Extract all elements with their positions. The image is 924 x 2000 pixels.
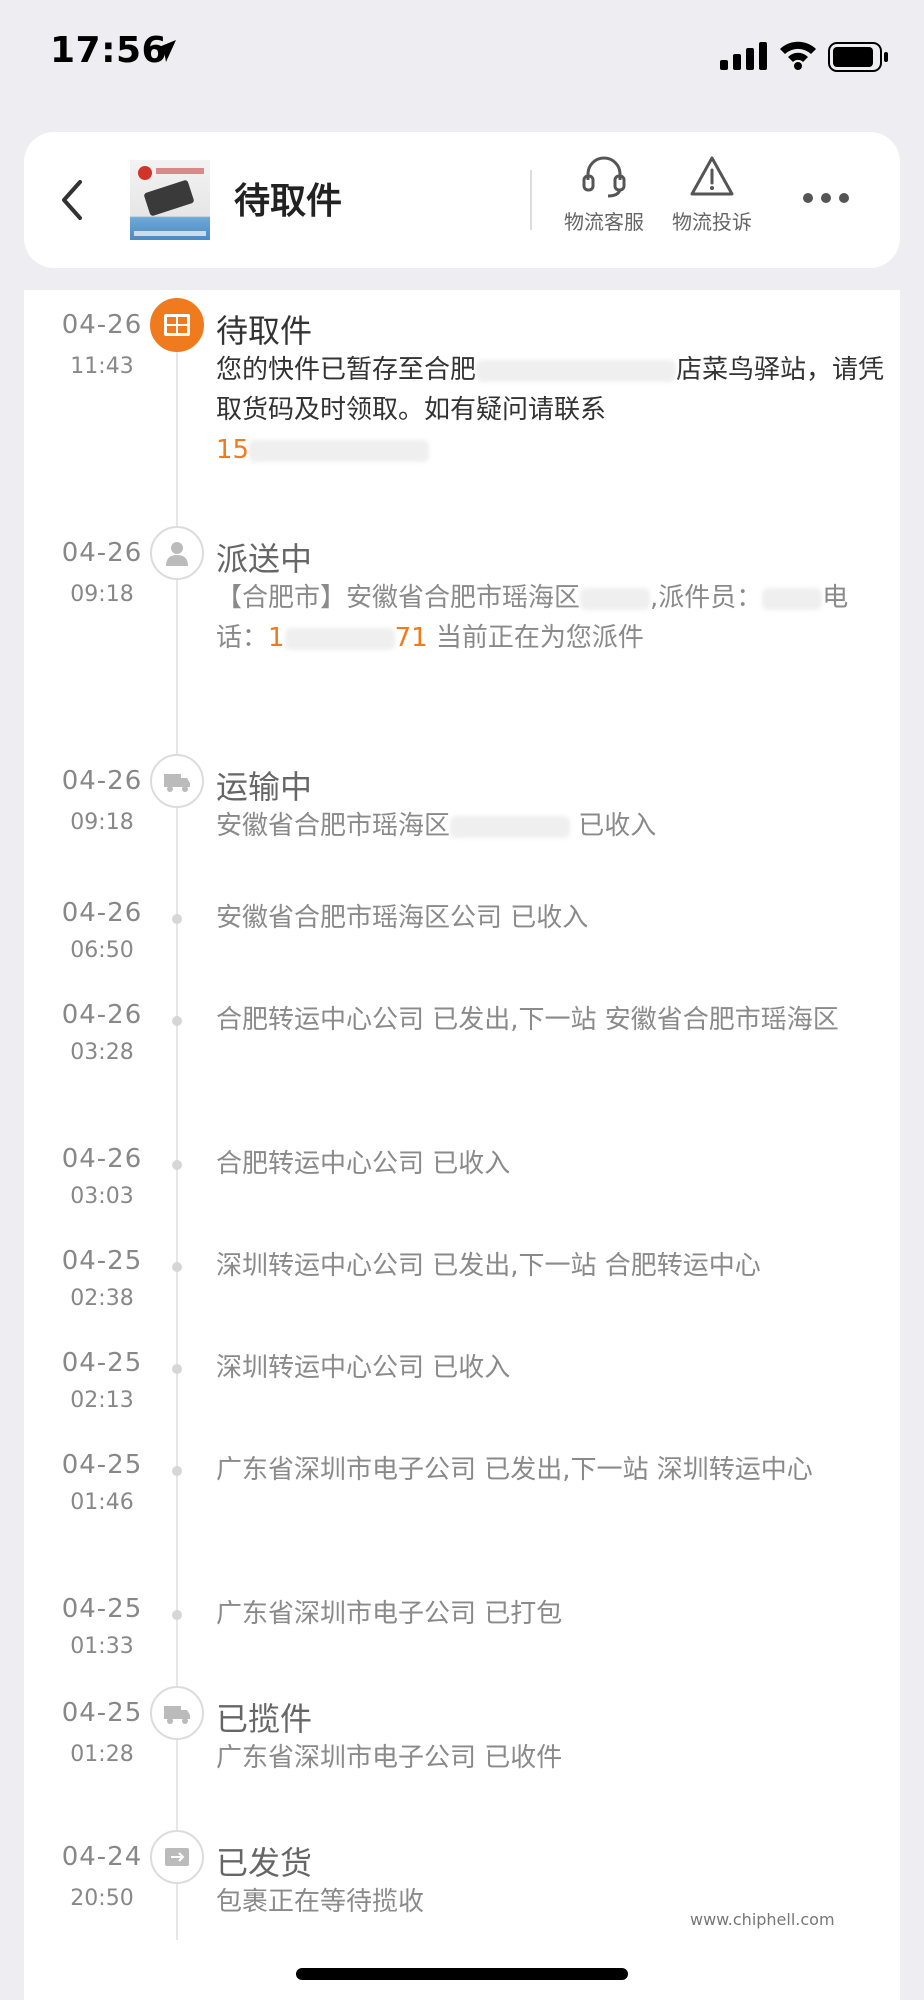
event-description: 您的快件已暂存至合肥 店菜鸟驿站，请凭取货码及时领取。如有疑问请联系 15: [216, 350, 886, 470]
event-time: 20:50: [70, 1886, 134, 1911]
shipped-box-icon: [165, 1848, 189, 1866]
event-date: 04-25: [61, 1594, 143, 1624]
event-description: 广东省深圳市电子公司 已发出,下一站 深圳转运中心: [216, 1455, 813, 1485]
event-date: 04-26: [61, 1144, 143, 1174]
redacted-name: [762, 587, 823, 610]
timeline-dot: [172, 1466, 182, 1476]
event-description: 广东省深圳市电子公司 已收件: [216, 1743, 563, 1773]
event-time: 09:18: [70, 582, 134, 607]
event-time: 02:38: [70, 1286, 134, 1311]
pickup-status-node: [150, 298, 204, 352]
event-desc-text-2: 已收入: [578, 811, 657, 841]
event-desc-text: 您的快件已暂存至合肥: [216, 355, 477, 385]
event-desc-text-4: 当前正在为您派件: [435, 623, 644, 653]
back-icon[interactable]: [54, 176, 90, 224]
event-date: 04-24: [61, 1842, 143, 1872]
event-time: 01:33: [70, 1634, 134, 1659]
event-description: 合肥转运中心公司 已收入: [216, 1149, 511, 1179]
product-thumbnail[interactable]: [130, 160, 210, 240]
courier-person-icon: [166, 542, 188, 566]
battery-icon: [828, 42, 888, 72]
event-date: 04-26: [61, 1000, 143, 1030]
event-date: 04-25: [61, 1348, 143, 1378]
event-description: 深圳转运中心公司 已收入: [216, 1353, 511, 1383]
logistics-complaint-label: 物流投诉: [672, 210, 752, 234]
warning-icon: [690, 156, 734, 196]
event-time: 01:28: [70, 1742, 134, 1767]
headset-icon: [582, 156, 626, 198]
courier-phone-tail[interactable]: 71: [395, 623, 428, 653]
event-description: 安徽省合肥市瑶海区公司 已收入: [216, 903, 589, 933]
pickup-truck-icon: [164, 1706, 190, 1724]
event-desc-text-2: ,派件员：: [650, 583, 763, 613]
page-title: 待取件: [234, 181, 343, 222]
home-indicator[interactable]: [296, 1968, 628, 1980]
event-time: 02:13: [70, 1388, 134, 1413]
event-time: 09:18: [70, 810, 134, 835]
event-title: 已揽件: [216, 1700, 313, 1738]
more-options-icon[interactable]: [802, 190, 850, 206]
redacted-text: [476, 359, 677, 382]
status-time: 17:56: [50, 30, 168, 71]
event-date: 04-26: [61, 538, 143, 568]
timeline-dot: [172, 1160, 182, 1170]
truck-icon: [164, 774, 190, 792]
header-bar: 待取件 物流客服 物流投诉: [24, 132, 900, 268]
timeline-dot: [172, 914, 182, 924]
event-description: 安徽省合肥市瑶海区 已收入: [216, 806, 886, 846]
event-description: 广东省深圳市电子公司 已打包: [216, 1599, 563, 1629]
timeline-dot: [172, 1610, 182, 1620]
event-desc-text: 安徽省合肥市瑶海区: [216, 811, 451, 841]
in-transit-status-node: [150, 754, 204, 808]
event-time: 06:50: [70, 938, 134, 963]
logistics-service-label: 物流客服: [564, 210, 644, 234]
event-description: 合肥转运中心公司 已发出,下一站 安徽省合肥市瑶海区: [216, 1005, 839, 1035]
event-title: 已发货: [216, 1844, 313, 1882]
event-date: 04-25: [61, 1698, 143, 1728]
timeline-dot: [172, 1364, 182, 1374]
event-description: 【合肥市】安徽省合肥市瑶海区 ,派件员： 电话：1 71 当前正在为您派件: [216, 578, 886, 658]
cellular-signal-icon: [720, 42, 767, 70]
event-date: 04-25: [61, 1450, 143, 1480]
wifi-icon: [780, 41, 816, 70]
collected-status-node: [150, 1686, 204, 1740]
header-divider: [530, 170, 532, 230]
redacted-text: [450, 815, 571, 838]
shipped-status-node: [150, 1830, 204, 1884]
event-description: 深圳转运中心公司 已发出,下一站 合肥转运中心: [216, 1251, 761, 1281]
tracking-timeline: 04-26 11:43 待取件 您的快件已暂存至合肥 店菜鸟驿站，请凭取货码及时领…: [24, 290, 900, 2000]
watermark: www.chiphell.com: [690, 1910, 835, 1929]
event-time: 11:43: [70, 354, 134, 379]
redacted-text: [580, 587, 651, 610]
event-title: 待取件: [216, 312, 313, 350]
event-date: 04-26: [61, 310, 143, 340]
redacted-phone: [284, 627, 395, 650]
event-title: 运输中: [216, 768, 313, 806]
status-bar: 17:56: [0, 0, 924, 110]
event-date: 04-25: [61, 1246, 143, 1276]
redacted-phone: [249, 439, 430, 462]
delivering-status-node: [150, 526, 204, 580]
timeline-dot: [172, 1016, 182, 1026]
courier-phone-link[interactable]: 1: [268, 623, 285, 653]
event-date: 04-26: [61, 898, 143, 928]
parcel-locker-icon: [164, 314, 190, 336]
event-date: 04-26: [61, 766, 143, 796]
event-time: 03:28: [70, 1040, 134, 1065]
contact-phone-link[interactable]: 15: [216, 435, 249, 465]
event-time: 03:03: [70, 1184, 134, 1209]
event-time: 01:46: [70, 1490, 134, 1515]
event-desc-text: 【合肥市】安徽省合肥市瑶海区: [216, 583, 581, 613]
timeline-dot: [172, 1262, 182, 1272]
location-arrow-icon: [154, 40, 176, 62]
event-title: 派送中: [216, 540, 313, 578]
logistics-service-button[interactable]: 物流客服: [552, 154, 656, 235]
logistics-complaint-button[interactable]: 物流投诉: [660, 154, 764, 235]
